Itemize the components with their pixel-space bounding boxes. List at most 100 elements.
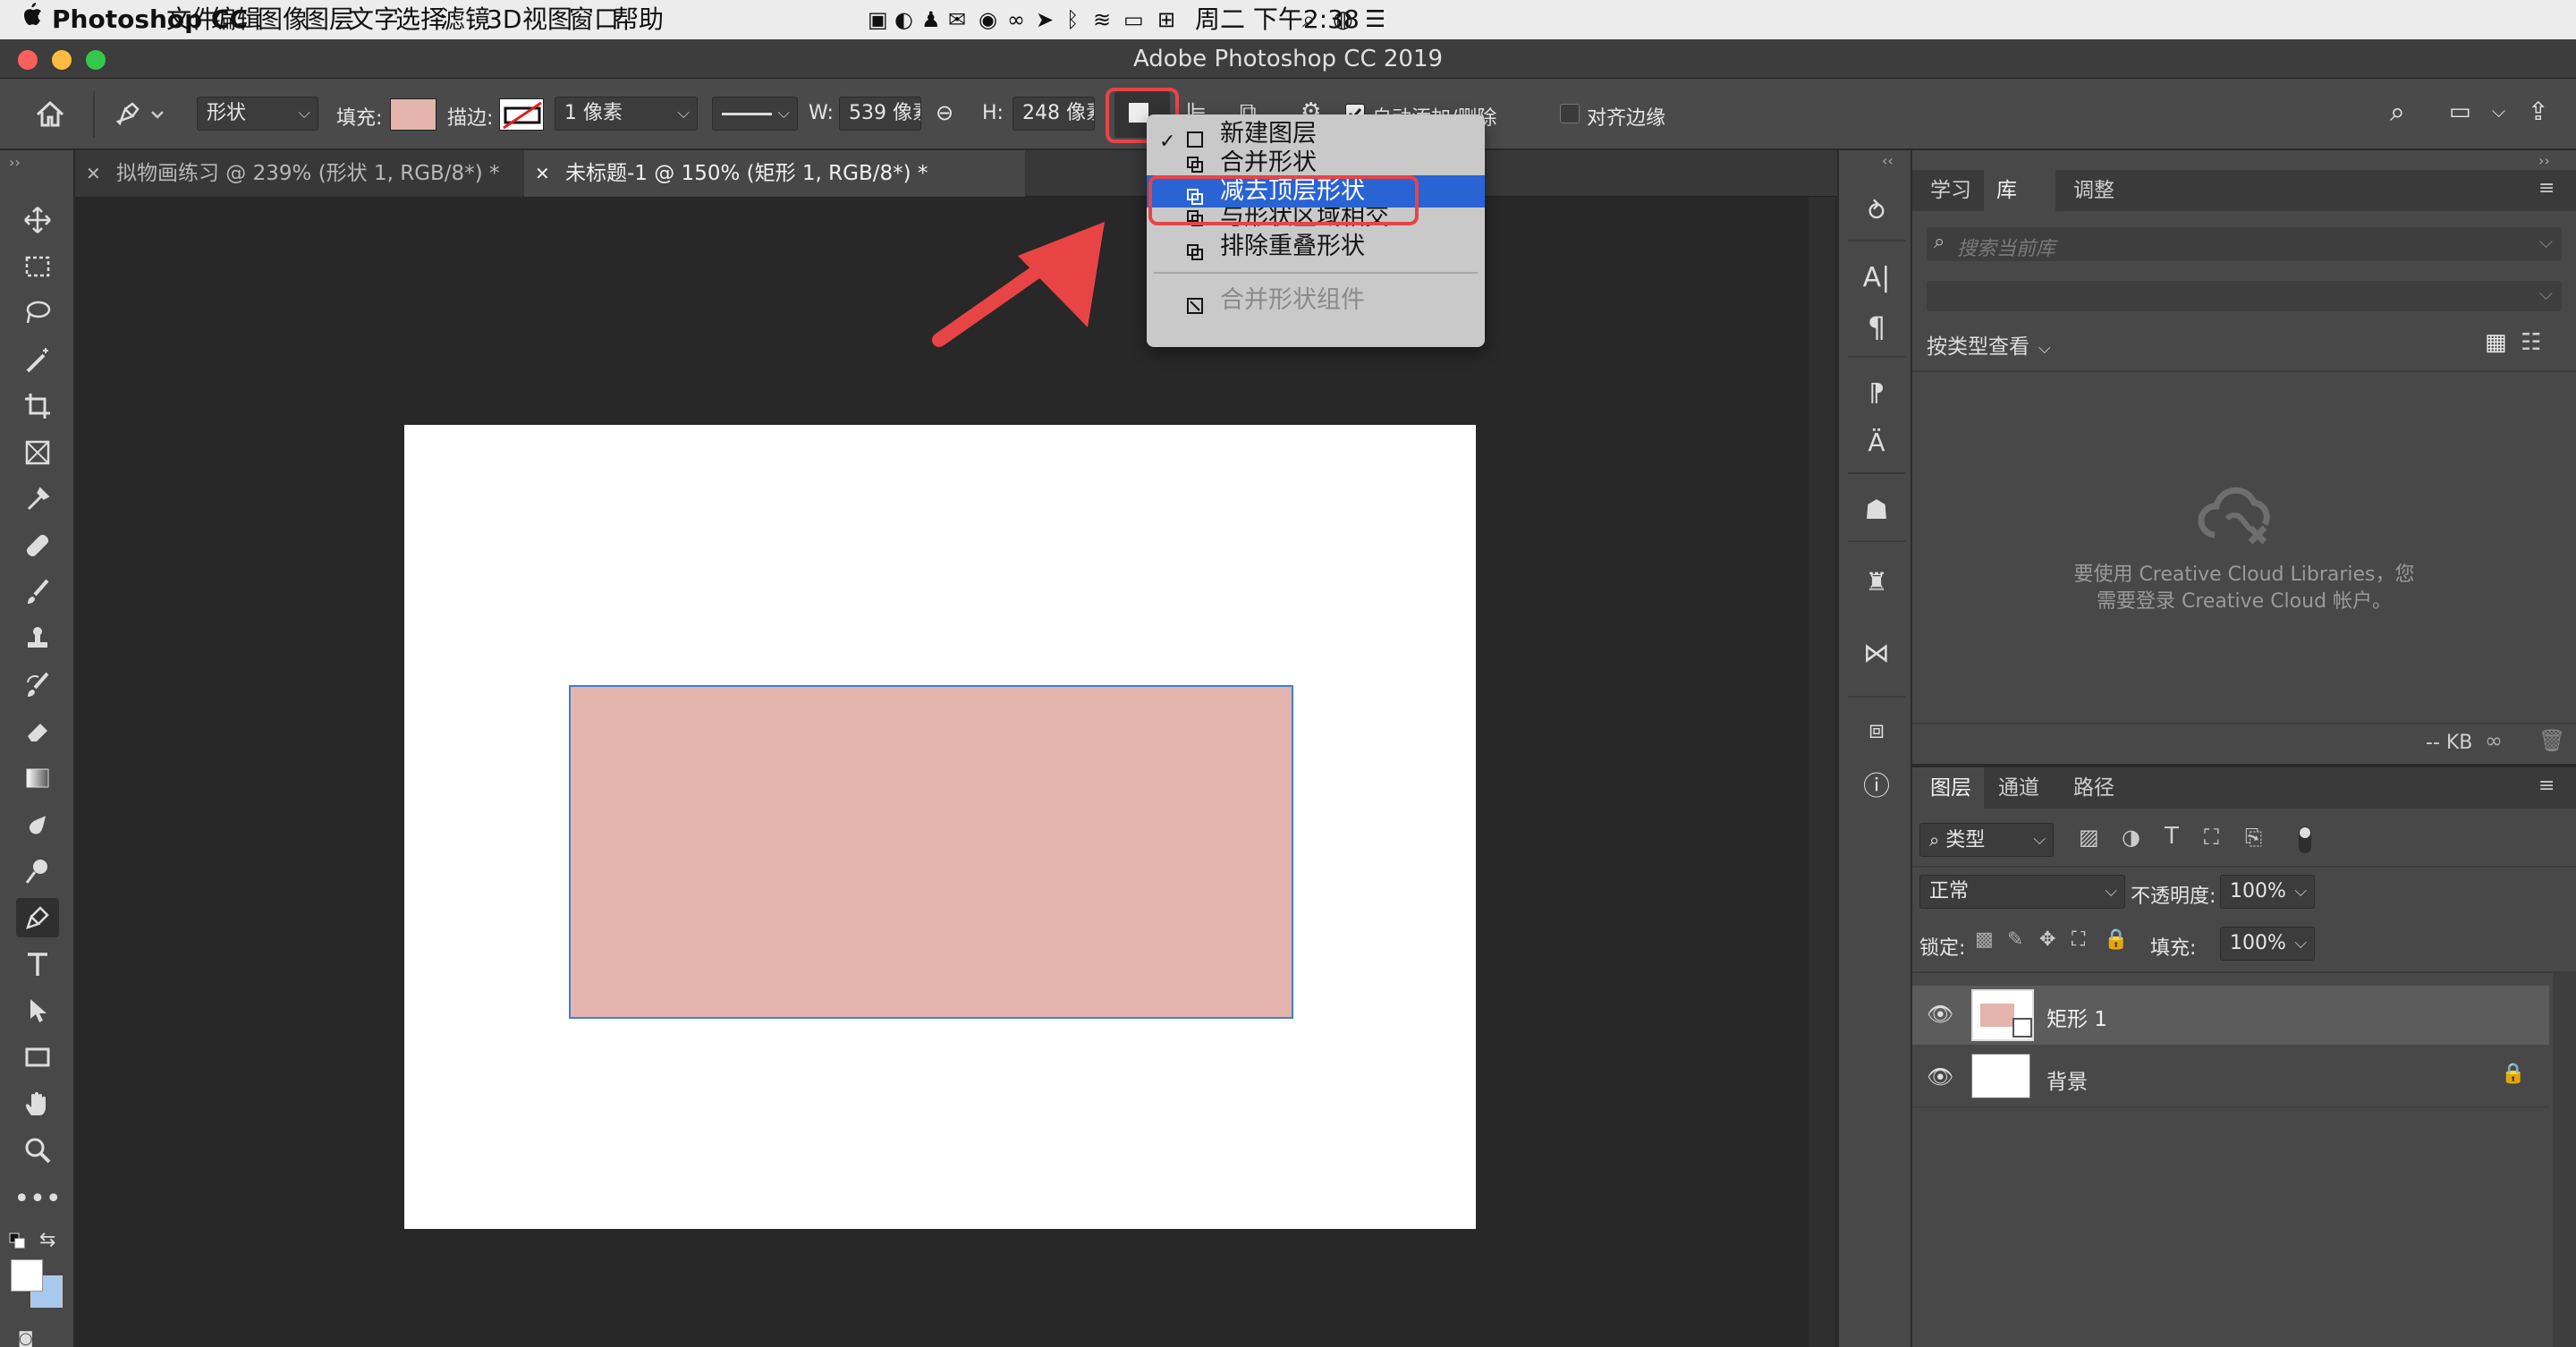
wifi-icon[interactable]: ≋ xyxy=(1093,0,1111,39)
history-brush-tool-icon[interactable] xyxy=(16,665,59,705)
default-colors-icon[interactable] xyxy=(9,1233,25,1249)
collapse-dock-icon[interactable]: ‹‹ xyxy=(1882,152,1894,169)
filter-smart-object-icon[interactable]: ⎘ xyxy=(2245,825,2262,850)
stroke-type-select[interactable]: ⌵ xyxy=(712,97,798,131)
crop-tool-icon[interactable] xyxy=(16,386,59,426)
layers-scrollbar[interactable] xyxy=(2553,973,2576,1347)
frame-tool-icon[interactable] xyxy=(16,433,59,472)
lock-all-icon[interactable]: 🔒 xyxy=(2104,928,2128,951)
menu-item-new-layer[interactable]: 新建图层 xyxy=(1147,118,1485,150)
grid-view-icon[interactable]: ▦ xyxy=(2485,329,2507,356)
marquee-tool-icon[interactable] xyxy=(16,247,59,286)
swatches-palette-icon[interactable]: ☗ xyxy=(1857,490,1896,529)
status-app-icon[interactable]: ▣ xyxy=(868,0,888,39)
lock-artboard-icon[interactable]: ⛶ xyxy=(2072,928,2085,951)
stroke-width-select[interactable]: 1 像素 ⌵ xyxy=(555,97,698,131)
menu-edit[interactable]: 编辑 xyxy=(211,0,261,39)
trash-icon[interactable]: 🗑 xyxy=(2538,728,2565,753)
view-by-type-dropdown[interactable]: 按类型查看 ⌵ xyxy=(1927,329,2051,360)
filter-pixel-icon[interactable]: ▨ xyxy=(2079,825,2099,850)
apple-icon[interactable] xyxy=(20,0,43,39)
lock-position-icon[interactable]: ✥ xyxy=(2039,928,2055,951)
type-tool-icon[interactable] xyxy=(16,945,59,984)
quick-mask-icon[interactable]: ◙ xyxy=(18,1329,54,1347)
input-method-icon[interactable]: ⊞ xyxy=(1157,0,1175,39)
foreground-color-swatch[interactable] xyxy=(11,1259,43,1292)
share-icon[interactable]: ⇪ xyxy=(2528,97,2548,126)
visibility-eye-icon[interactable]: 👁 xyxy=(1927,1064,1953,1089)
tab-adjustments[interactable]: 调整 xyxy=(2073,170,2114,211)
zoom-tool-icon[interactable] xyxy=(16,1131,59,1170)
pen-tool-icon[interactable] xyxy=(16,898,59,937)
hand-tool-icon[interactable] xyxy=(16,1084,59,1123)
character-panel-icon[interactable]: A| xyxy=(1857,258,1896,297)
tab-layers[interactable]: 图层 xyxy=(1912,767,1984,809)
filter-adjustment-icon[interactable]: ◑ xyxy=(2122,825,2140,850)
eyedropper-tool-icon[interactable] xyxy=(16,479,59,519)
menu-help[interactable]: 帮助 xyxy=(614,0,664,39)
document-tab-active[interactable]: ✕ 未标题-1 @ 150% (矩形 1, RGB/8*) * xyxy=(524,150,1025,197)
more-tools-icon[interactable]: ••• xyxy=(13,1179,61,1218)
filter-toggle-switch[interactable] xyxy=(2299,826,2311,853)
canvas-area[interactable] xyxy=(75,197,1837,1347)
workspace-chevron-icon[interactable]: ⌵ xyxy=(2492,100,2505,122)
3d-panel-icon[interactable]: ⧈ xyxy=(1857,710,1896,750)
eraser-tool-icon[interactable] xyxy=(16,712,59,751)
brush-tool-icon[interactable] xyxy=(16,572,59,612)
close-tab-icon[interactable]: ✕ xyxy=(86,150,101,197)
gradient-tool-icon[interactable] xyxy=(16,758,59,798)
swap-colors-icon[interactable]: ⇆ xyxy=(39,1229,55,1251)
path-selection-tool-icon[interactable] xyxy=(16,991,59,1030)
character-styles-icon[interactable]: Ä xyxy=(1857,422,1896,462)
tool-mode-select[interactable]: 形状 ⌵ xyxy=(197,97,318,131)
moon-icon[interactable]: ◐ xyxy=(894,0,913,39)
close-window-button[interactable] xyxy=(18,50,38,70)
fill-opacity-input[interactable]: 100% ⌵ xyxy=(2220,927,2315,961)
opacity-input[interactable]: 100% ⌵ xyxy=(2220,875,2315,909)
height-input[interactable]: 248 像素 xyxy=(1013,97,1095,131)
battery-icon[interactable]: ▭ xyxy=(1123,0,1144,39)
healing-brush-tool-icon[interactable] xyxy=(16,526,59,565)
menu-view[interactable]: 视图 xyxy=(522,0,572,39)
wechat-icon[interactable]: ✉ xyxy=(948,0,966,39)
tab-paths[interactable]: 路径 xyxy=(2073,767,2114,809)
adjustments-bowtie-icon[interactable]: ⋈ xyxy=(1857,633,1896,673)
visibility-eye-icon[interactable]: 👁 xyxy=(1927,1002,1953,1027)
clone-stamp-tool-icon[interactable] xyxy=(16,619,59,658)
home-icon[interactable] xyxy=(30,95,70,134)
siri-icon[interactable]: ◍ xyxy=(1333,0,1353,39)
tab-channels[interactable]: 通道 xyxy=(1998,767,2039,809)
stroke-color-swatch[interactable] xyxy=(499,98,544,131)
tab-learn[interactable]: 学习 xyxy=(1930,170,1971,211)
zoom-window-button[interactable] xyxy=(86,50,106,70)
library-panel-menu-icon[interactable]: ≡ xyxy=(2538,177,2555,199)
layer-row[interactable]: 👁 背景 🔒 xyxy=(1912,1048,2549,1107)
move-tool-icon[interactable] xyxy=(16,200,59,240)
menu-window[interactable]: 窗口 xyxy=(569,0,619,39)
history-panel-icon[interactable]: ⥁ xyxy=(1857,191,1896,231)
vertical-scrollbar[interactable] xyxy=(1809,197,1835,1347)
collapse-toolbar-icon[interactable]: ›› xyxy=(9,154,21,171)
search-icon[interactable]: ⌕ xyxy=(2390,97,2405,128)
rectangle-tool-icon[interactable] xyxy=(16,1038,59,1077)
link-icon[interactable]: ⊖ xyxy=(936,100,953,125)
fill-color-swatch[interactable] xyxy=(390,98,436,131)
paragraph-panel-icon[interactable]: ¶ xyxy=(1857,308,1896,347)
lasso-tool-icon[interactable] xyxy=(16,293,59,333)
spotlight-icon[interactable]: ⌕ xyxy=(1302,0,1316,39)
minimize-window-button[interactable] xyxy=(52,50,72,70)
layer-row[interactable]: 👁 矩形 1 xyxy=(1912,986,2549,1045)
menu-select[interactable]: 选择 xyxy=(395,0,445,39)
cc-icon[interactable]: ∞ xyxy=(1007,0,1025,39)
lock-pixels-icon[interactable]: ✎ xyxy=(2007,928,2023,951)
notification-center-icon[interactable]: ☰ xyxy=(1365,0,1385,39)
layer-filter-kind-select[interactable]: ⌕ 类型 ⌵ xyxy=(1919,823,2054,857)
menu-3d[interactable]: 3D xyxy=(487,0,521,39)
send-icon[interactable]: ➤ xyxy=(1036,0,1054,39)
vpn-icon[interactable]: ◉ xyxy=(979,0,997,39)
magic-wand-tool-icon[interactable] xyxy=(16,340,59,379)
paragraph-styles-icon[interactable]: ⁋ xyxy=(1857,372,1896,411)
menu-image[interactable]: 图像 xyxy=(258,0,308,39)
filter-type-icon[interactable]: T xyxy=(2165,823,2179,850)
width-input[interactable]: 539 像素 xyxy=(839,97,921,131)
